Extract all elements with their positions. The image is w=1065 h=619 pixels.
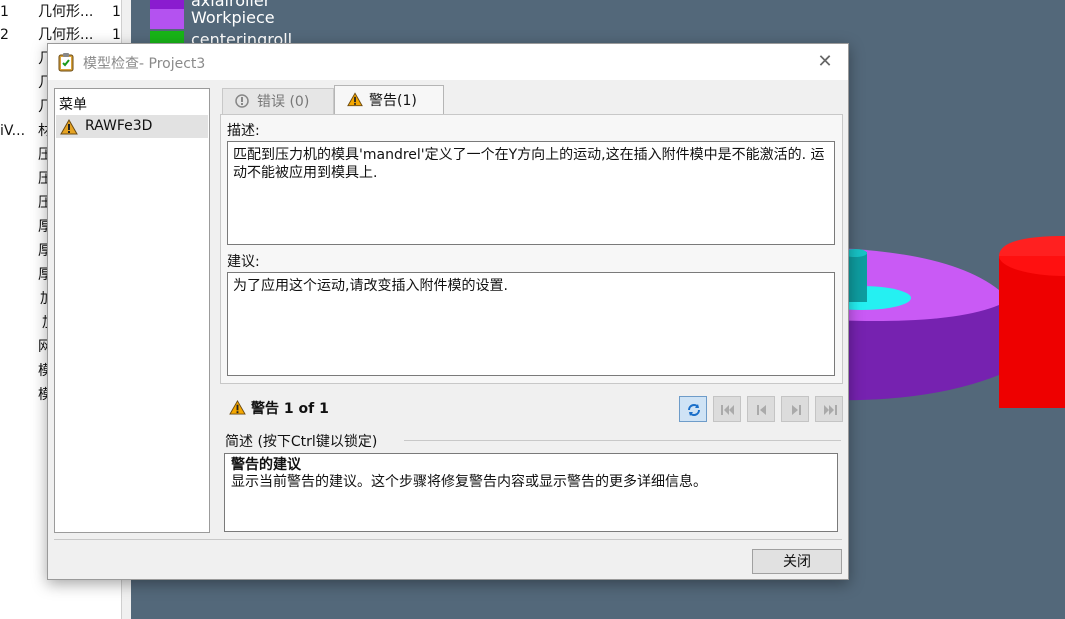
tree-row-number: 2: [0, 27, 9, 43]
warning-content-panel: 描述: 匹配到压力机的模具'mandrel'定义了一个在Y方向上的运动,这在插入…: [220, 114, 843, 384]
warning-icon: [347, 92, 363, 107]
refresh-button[interactable]: [679, 396, 707, 422]
tree-row[interactable]: 1 几何形... 1: [0, 1, 121, 23]
summary-box: 警告的建议 显示当前警告的建议。这个步骤将修复警告内容或显示警告的更多详细信息。: [224, 453, 838, 532]
next-button[interactable]: [781, 396, 809, 422]
tree-row-count: 1: [112, 4, 121, 20]
warning-icon: [229, 400, 246, 415]
suggestion-label: 建议:: [227, 254, 260, 270]
first-button[interactable]: [713, 396, 741, 422]
clipboard-icon: [58, 53, 74, 72]
summary-text: 显示当前警告的建议。这个步骤将修复警告内容或显示警告的更多详细信息。: [231, 474, 707, 490]
summary-divider: [404, 440, 841, 441]
footer-divider: [54, 539, 842, 540]
tree-row-number: 1: [0, 4, 9, 20]
menu-header: 菜单: [59, 97, 87, 113]
summary-header: 简述 (按下Ctrl键以锁定): [225, 434, 378, 450]
dialog-title: 模型检查- Project3: [83, 56, 206, 72]
tree-row-number: iV...: [0, 123, 26, 139]
refresh-icon: [688, 404, 700, 416]
warning-icon: [60, 119, 78, 135]
last-icon: [824, 405, 837, 415]
tab-errors-label: 错误 (0): [257, 94, 310, 110]
menu-item-rawfe3d[interactable]: RAWFe3D: [56, 115, 208, 138]
close-button[interactable]: 关闭: [752, 549, 842, 574]
menu-item-label: RAWFe3D: [85, 118, 153, 134]
warning-counter: 警告 1 of 1: [251, 401, 329, 417]
error-info-icon: [235, 94, 249, 108]
model-check-dialog: 模型检查- Project3 ✕ 菜单 RAWFe3D 错误 (0) 警告(1): [47, 43, 849, 580]
summary-title: 警告的建议: [231, 457, 301, 473]
legend-swatch: [150, 9, 184, 29]
previous-button[interactable]: [747, 396, 775, 422]
tab-warnings[interactable]: 警告(1): [334, 85, 444, 115]
previous-icon: [757, 405, 766, 415]
description-label: 描述:: [227, 123, 260, 139]
description-textbox[interactable]: 匹配到压力机的模具'mandrel'定义了一个在Y方向上的运动,这在插入附件模中…: [227, 141, 835, 245]
tab-warnings-label: 警告(1): [369, 93, 417, 109]
next-icon: [792, 405, 801, 415]
first-icon: [721, 405, 734, 415]
tree-row-label: 几何形...: [38, 4, 94, 20]
last-button[interactable]: [815, 396, 843, 422]
dialog-titlebar[interactable]: 模型检查- Project3 ✕: [48, 44, 848, 80]
suggestion-textbox[interactable]: 为了应用这个运动,请改变插入附件模的设置.: [227, 272, 835, 376]
close-icon[interactable]: ✕: [810, 48, 840, 76]
legend-label: Workpiece: [191, 8, 275, 27]
tab-errors[interactable]: 错误 (0): [222, 88, 334, 116]
menu-panel: 菜单 RAWFe3D: [54, 88, 210, 533]
